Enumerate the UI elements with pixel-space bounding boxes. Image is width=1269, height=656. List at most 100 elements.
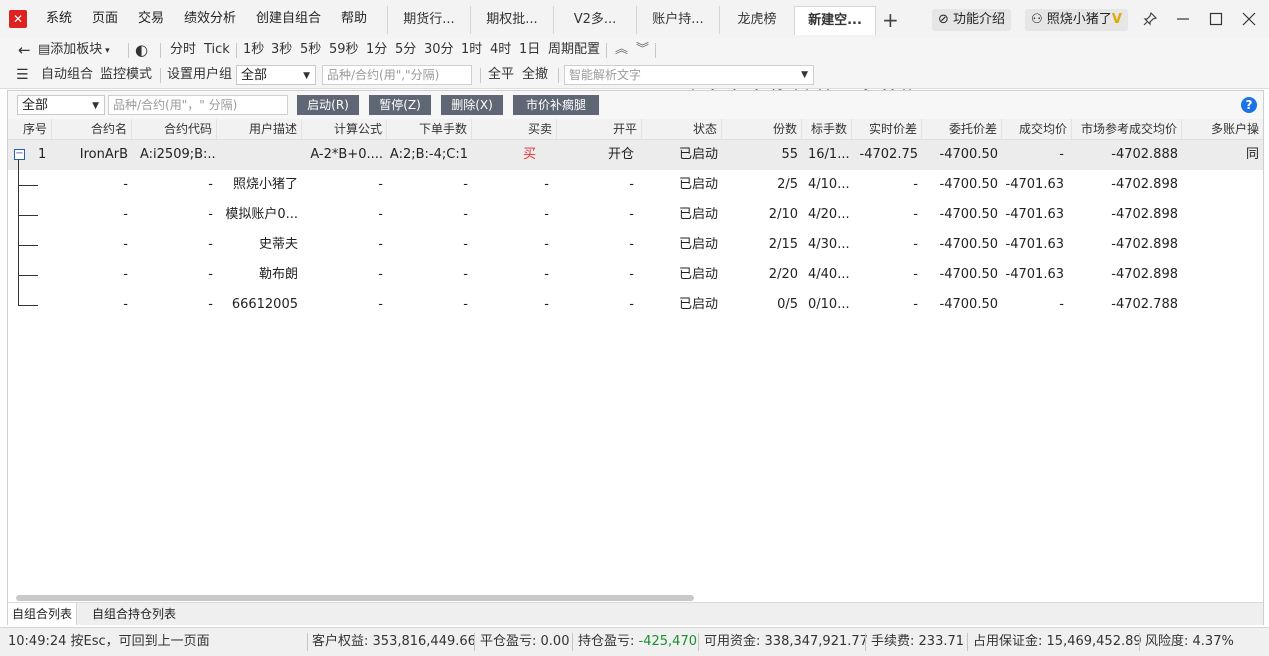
sliders-icon[interactable]: ☰ (16, 63, 29, 87)
cell-side: - (544, 237, 549, 252)
close-all-button[interactable]: 全平 (488, 63, 514, 87)
cancel-all-button[interactable]: 全撤 (522, 63, 548, 87)
close-icon[interactable] (1237, 8, 1261, 30)
table-row[interactable]: - - 模拟账户0... - - - - 已启动 2/10 4/20... - -4700.50 -47… (8, 200, 1263, 230)
col-ref-avg-price[interactable]: 市场参考成交均价 (1072, 119, 1182, 139)
divider (572, 633, 573, 651)
theme-toggle-icon[interactable]: ◐ (135, 38, 148, 62)
cell-realtime-spread: - (913, 267, 918, 282)
divider (1139, 633, 1140, 651)
period-30m[interactable]: 30分 (424, 38, 454, 62)
period-tick[interactable]: Tick (204, 38, 230, 62)
tab-combo-positions[interactable]: 自组合持仓列表 (88, 603, 180, 625)
scroll-down-icon[interactable]: ︾ (636, 38, 649, 62)
tab-dragon-tiger[interactable]: 龙虎榜 (719, 6, 794, 34)
start-button[interactable]: 启动(R) (297, 95, 359, 115)
menu-system[interactable]: 系统 (46, 0, 72, 38)
user-group-select[interactable]: 全部 ▼ (236, 65, 316, 85)
table-row[interactable]: - - 照烧小猪了 - - - - 已启动 2/5 4/10... - -4700.50 -4701.6… (8, 170, 1263, 200)
cell-status: 已启动 (678, 147, 718, 162)
table-row[interactable]: - - 勒布朗 - - - - 已启动 2/20 4/40... - -4700.50 -4701.63… (8, 260, 1263, 290)
user-group-value: 全部 (241, 68, 268, 83)
delete-button[interactable]: 删除(X) (441, 95, 503, 115)
cell-realtime-spread: - (913, 177, 918, 192)
cell-ref-avg-price: -4702.788 (1111, 297, 1178, 312)
auto-combo-button[interactable]: 自动组合 (41, 63, 93, 87)
col-avg-price[interactable]: 成交均价 (1002, 119, 1072, 139)
period-1s[interactable]: 1秒 (243, 38, 264, 62)
cell-desc: 照烧小猪了 (232, 177, 298, 192)
period-3s[interactable]: 3秒 (271, 38, 292, 62)
cell-desc (217, 140, 302, 170)
pause-button[interactable]: 暂停(Z) (369, 95, 431, 115)
menu-trade[interactable]: 交易 (138, 0, 164, 38)
tab-new-empty[interactable]: 新建空... (794, 6, 876, 35)
col-std-lots[interactable]: 标手数 (802, 119, 852, 139)
back-arrow-icon[interactable]: ← (18, 38, 31, 62)
period-5m[interactable]: 5分 (395, 38, 416, 62)
pin-icon[interactable] (1138, 8, 1162, 30)
collapse-icon[interactable]: − (14, 149, 25, 160)
col-index[interactable]: 序号 (8, 119, 52, 139)
scroll-up-icon[interactable]: ︽ (615, 38, 628, 62)
col-formula[interactable]: 计算公式 (302, 119, 387, 139)
maximize-icon[interactable] (1204, 8, 1228, 30)
table-row-parent[interactable]: − 1 IronArB A:i2509;B:... A-2*B+0.... A:… (8, 140, 1263, 170)
feature-intro-button[interactable]: ⊘ 功能介绍 (932, 9, 1012, 31)
horizontal-scrollbar[interactable] (16, 595, 694, 601)
minimize-icon[interactable] (1171, 8, 1195, 30)
tab-futures-quote[interactable]: 期货行... (387, 6, 470, 34)
period-1m[interactable]: 1分 (366, 38, 387, 62)
tab-v2-multi[interactable]: V2多... (553, 6, 636, 34)
divider (698, 633, 699, 651)
tab-account-holdings[interactable]: 账户持... (636, 6, 719, 34)
col-open-close[interactable]: 开平 (557, 119, 642, 139)
cell-desc: 66612005 (231, 297, 298, 312)
period-fenshi[interactable]: 分时 (170, 38, 196, 62)
panel-contract-filter-input[interactable]: 品种/合约(用"，" 分隔) (108, 95, 288, 115)
period-config[interactable]: 周期配置 (548, 38, 600, 62)
table-row[interactable]: - - 史蒂夫 - - - - 已启动 2/15 4/30... - -4700.50 -4701.63… (8, 230, 1263, 260)
cell-open-close: - (629, 267, 634, 282)
period-1d[interactable]: 1日 (519, 38, 540, 62)
status-filter-select[interactable]: 全部 ▼ (17, 95, 105, 115)
table-row[interactable]: - - 66612005 - - - - 已启动 0/5 0/10... - -4700.50 - -47… (8, 290, 1263, 320)
cell-name: - (123, 177, 128, 192)
period-59s[interactable]: 59秒 (329, 38, 359, 62)
cell-order-spread: -4700.50 (939, 237, 998, 252)
monitor-mode-button[interactable]: 监控模式 (100, 63, 152, 87)
menu-create-combo[interactable]: 创建自组合 (256, 0, 321, 38)
tab-combo-list[interactable]: 自组合列表 (8, 603, 78, 625)
user-account-button[interactable]: ⚇ 照烧小猪了V (1025, 9, 1128, 31)
period-4h[interactable]: 4时 (490, 38, 511, 62)
col-side[interactable]: 买卖 (472, 119, 557, 139)
cell-name: IronArB (79, 147, 128, 162)
period-5s[interactable]: 5秒 (300, 38, 321, 62)
col-status[interactable]: 状态 (642, 119, 722, 139)
fee-value: 233.71 (918, 634, 965, 649)
col-code[interactable]: 合约代码 (132, 119, 217, 139)
cell-std-lots: 16/1... (808, 147, 850, 162)
menu-performance[interactable]: 绩效分析 (184, 0, 236, 38)
col-shares[interactable]: 份数 (722, 119, 802, 139)
col-order-spread[interactable]: 委托价差 (922, 119, 1002, 139)
period-1h[interactable]: 1时 (461, 38, 482, 62)
col-user-desc[interactable]: 用户描述 (217, 119, 302, 139)
col-multi-account[interactable]: 多账户操 (1182, 119, 1263, 139)
help-icon[interactable]: ? (1241, 97, 1257, 113)
divider (865, 633, 866, 651)
market-fill-leg-button[interactable]: 市价补瘸腿 (513, 95, 599, 115)
contract-filter-input[interactable]: 品种/合约(用","分隔) (322, 65, 472, 85)
col-realtime-spread[interactable]: 实时价差 (852, 119, 922, 139)
tab-options-batch[interactable]: 期权批... (470, 6, 553, 34)
col-name[interactable]: 合约名 (52, 119, 132, 139)
menu-page[interactable]: 页面 (92, 0, 118, 38)
add-block-button[interactable]: ▤添加板块 ▾ (38, 38, 110, 62)
menu-help[interactable]: 帮助 (341, 0, 367, 38)
add-tab-button[interactable]: + (882, 6, 899, 34)
col-lots[interactable]: 下单手数 (387, 119, 472, 139)
smart-parse-input[interactable]: 智能解析文字 ▼ (564, 65, 814, 85)
risk-value: 4.37% (1192, 634, 1234, 649)
compass-icon: ⊘ (938, 12, 949, 27)
cell-shares: 55 (781, 147, 798, 162)
